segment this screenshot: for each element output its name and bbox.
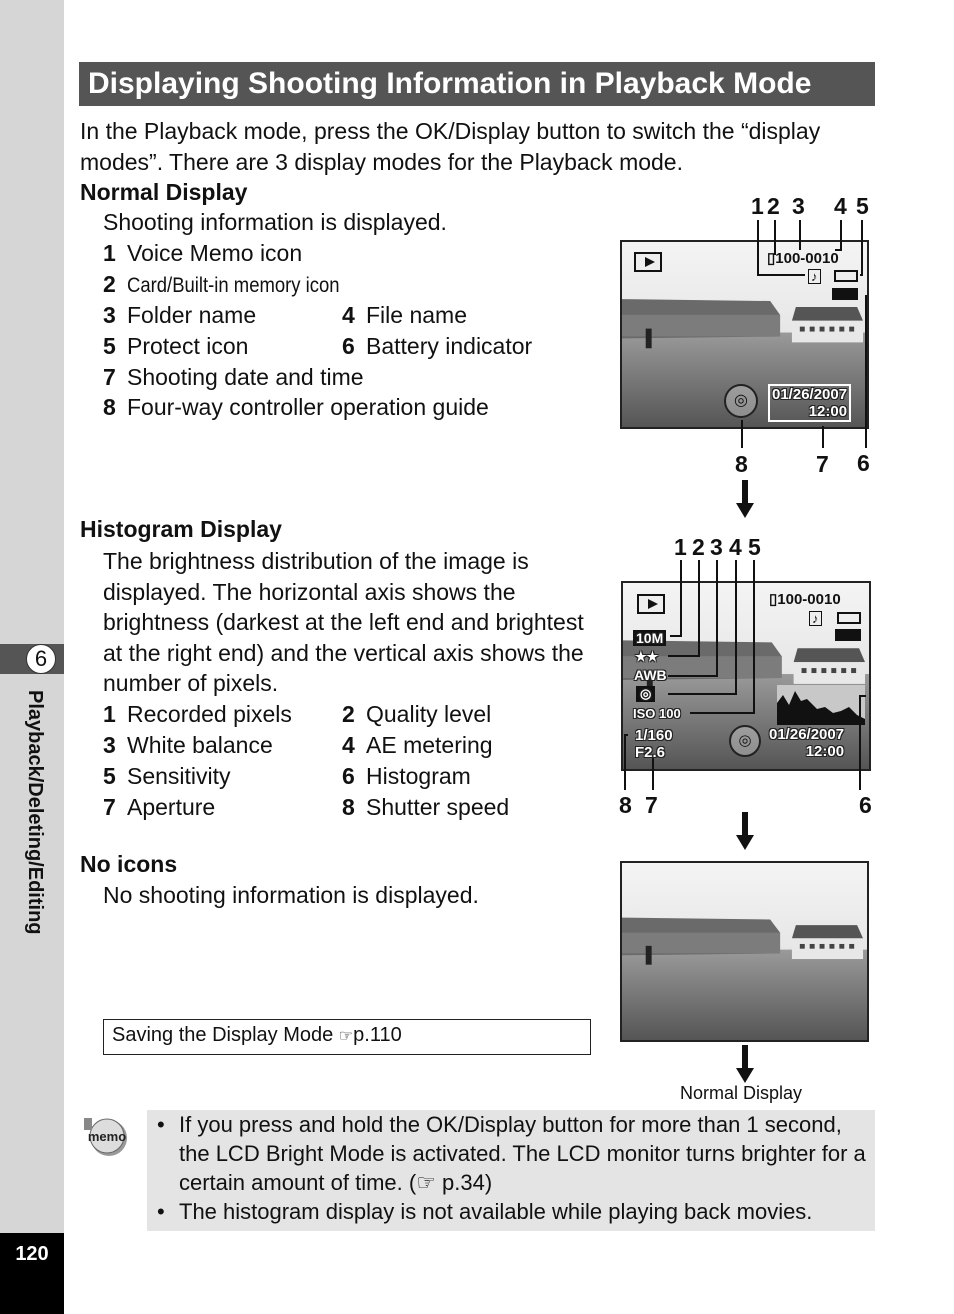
callout-8: 8 <box>735 451 748 477</box>
memo-bullet: If you press and hold the OK/Display but… <box>147 1110 875 1197</box>
callout-1: 1 <box>751 193 764 219</box>
memo-icon: memo <box>82 1116 130 1156</box>
down-arrow-icon <box>736 480 754 1083</box>
callout-2: 2 <box>767 193 780 219</box>
memo-bullet: The histogram display is not available w… <box>147 1197 875 1226</box>
caption: Normal Display <box>680 1083 803 1103</box>
callout-4: 4 <box>834 193 847 219</box>
callout-2: 2 <box>692 534 705 560</box>
svg-text:memo: memo <box>88 1129 126 1144</box>
callout-4: 4 <box>729 534 742 560</box>
callout-1: 1 <box>674 534 687 560</box>
callout-5: 5 <box>748 534 761 560</box>
callout-3: 3 <box>792 193 805 219</box>
callout-6: 6 <box>857 450 870 476</box>
callout-6: 6 <box>859 792 872 818</box>
callout-3: 3 <box>710 534 723 560</box>
callout-5: 5 <box>856 193 869 219</box>
manual-page: 6 Playback/Deleting/Editing 120 Displayi… <box>0 0 954 1314</box>
callout-7: 7 <box>816 451 829 477</box>
memo-box: If you press and hold the OK/Display but… <box>147 1110 875 1231</box>
callout-8: 8 <box>619 792 632 818</box>
callout-7: 7 <box>645 792 658 818</box>
